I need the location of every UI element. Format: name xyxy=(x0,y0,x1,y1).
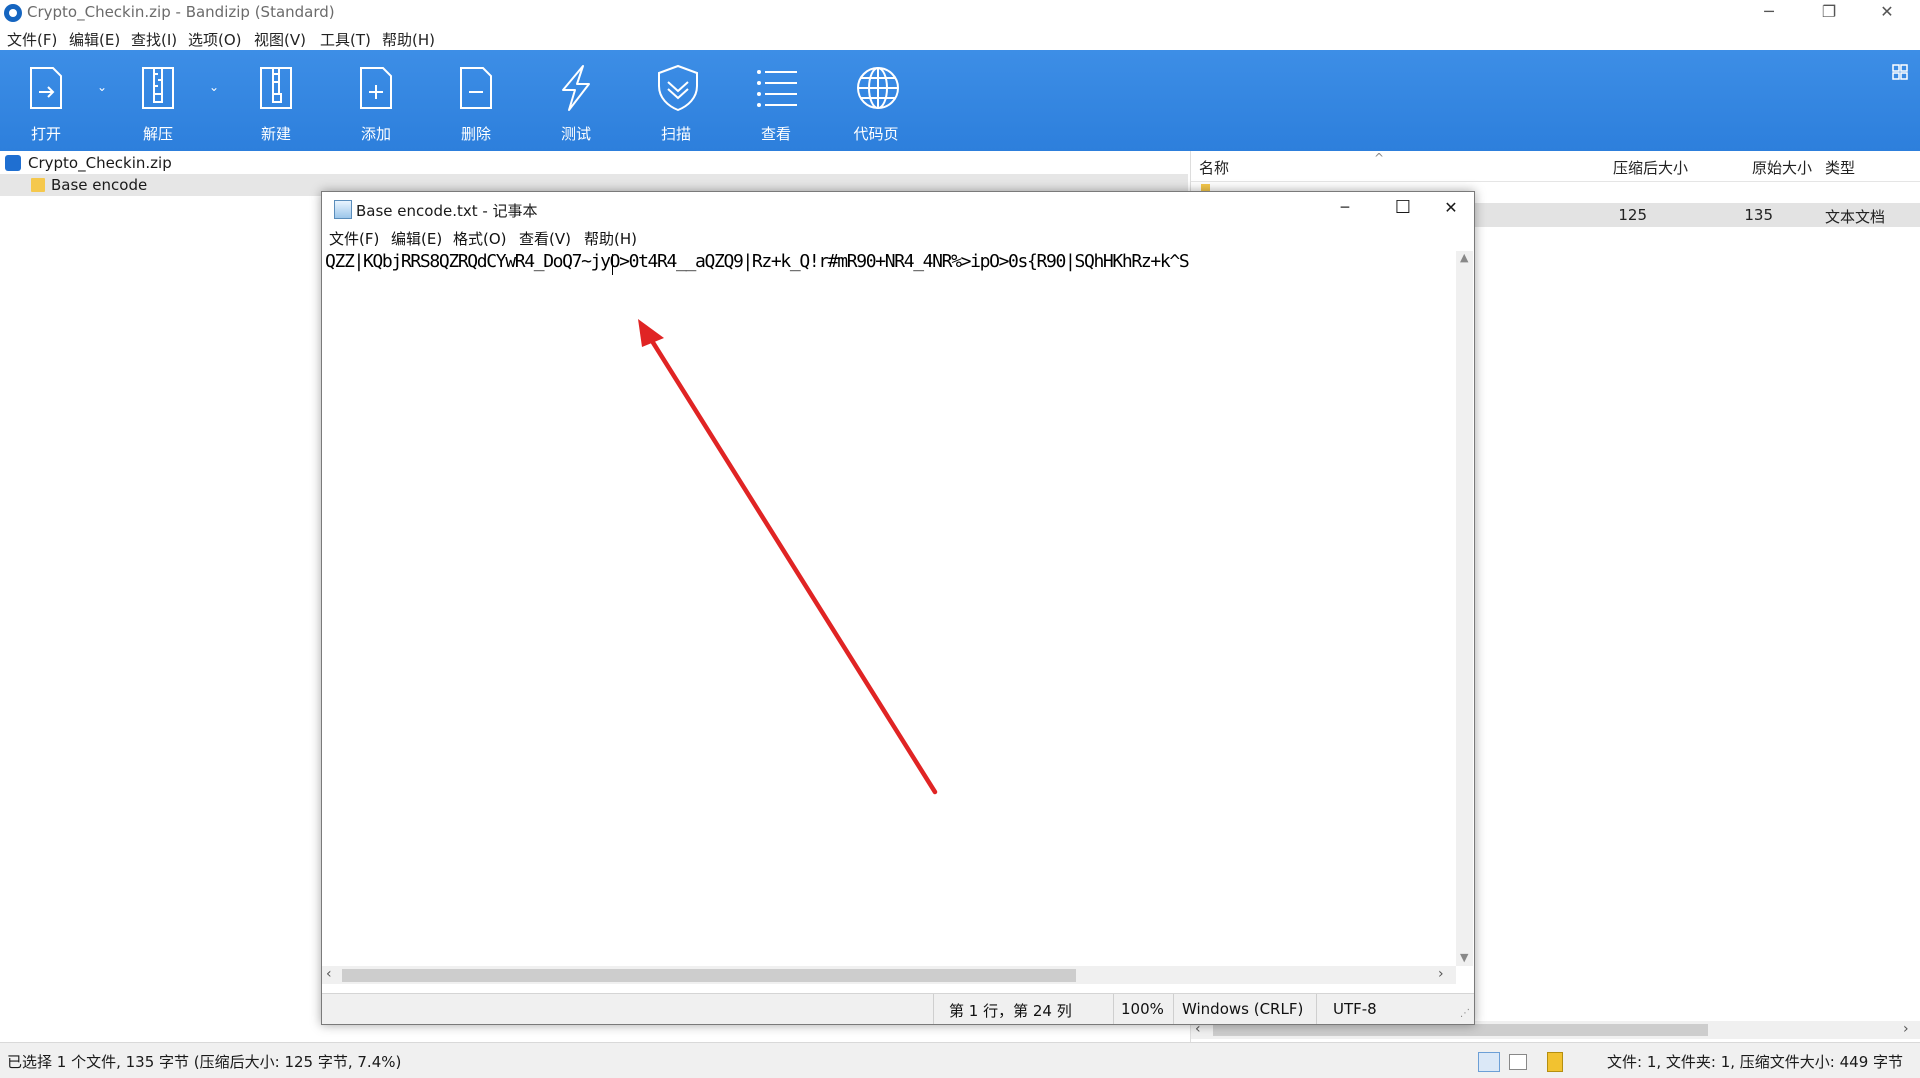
test-label: 测试 xyxy=(560,125,591,143)
text-caret xyxy=(612,254,613,275)
extract-dropdown-chevron-icon[interactable]: ⌄ xyxy=(206,80,222,100)
archive-icon xyxy=(5,155,21,171)
add-file-icon xyxy=(360,67,392,109)
bandizip-menu-bar: 文件(F) 编辑(E) 查找(I) 选项(O) 视图(V) 工具(T) 帮助(H… xyxy=(0,26,1920,50)
text-encoding: UTF-8 xyxy=(1333,1000,1377,1018)
scan-label: 扫描 xyxy=(660,125,691,143)
notepad-vertical-scrollbar[interactable]: ▲ ▼ xyxy=(1456,251,1473,966)
test-icon xyxy=(562,65,590,111)
row-type: 文本文档 xyxy=(1825,208,1886,226)
layout-grid-icon[interactable] xyxy=(1892,64,1908,80)
notepad-content: QZZ|KQbjRRS8QZRQdCYwR4_DoQ7~jyO>0t4R4__a… xyxy=(325,251,1190,272)
open-dropdown-chevron-icon[interactable]: ⌄ xyxy=(94,80,110,100)
details-view-icon[interactable] xyxy=(1478,1052,1500,1072)
scroll-right-arrow-icon[interactable]: › xyxy=(1438,966,1444,982)
scroll-left-arrow-icon[interactable]: ‹ xyxy=(326,966,332,982)
np-menu-help[interactable]: 帮助(H) xyxy=(584,228,637,249)
extract-label: 解压 xyxy=(142,125,173,143)
scan-shield-icon xyxy=(658,64,698,112)
menu-view[interactable]: 视图(V) xyxy=(254,29,306,50)
folder-icon xyxy=(31,178,45,192)
bandizip-toolbar: 打开 ⌄ 解压 ⌄ 新建 添加 删除 测试 扫描 查看 代码页 xyxy=(0,50,1920,151)
status-separator xyxy=(1113,994,1114,1024)
add-label: 添加 xyxy=(360,125,391,143)
view-button[interactable]: 查看 xyxy=(736,50,816,151)
bandizip-window-title: Crypto_Checkin.zip - Bandizip (Standard) xyxy=(27,3,335,21)
list-scroll-thumb[interactable] xyxy=(1213,1024,1708,1036)
test-button[interactable]: 测试 xyxy=(536,50,616,151)
archive-summary: 文件: 1, 文件夹: 1, 压缩文件大小: 449 字节 xyxy=(1607,1053,1904,1071)
row-original-size: 135 xyxy=(1744,206,1773,224)
open-label: 打开 xyxy=(30,125,61,143)
bandizip-status-bar: 已选择 1 个文件, 135 字节 (压缩后大小: 125 字节, 7.4%) … xyxy=(0,1042,1920,1078)
delete-file-icon xyxy=(460,67,492,109)
codepage-label: 代码页 xyxy=(853,125,899,143)
minimize-button[interactable]: ─ xyxy=(1740,0,1798,26)
notepad-title-bar: Base encode.txt - 记事本 ─ ☐ ✕ xyxy=(322,192,1474,222)
tree-root-label: Crypto_Checkin.zip xyxy=(28,154,172,172)
notepad-minimize-button[interactable]: ─ xyxy=(1322,194,1368,222)
annotation-arrow xyxy=(638,319,938,795)
codepage-button[interactable]: 代码页 xyxy=(836,50,916,151)
notepad-close-button[interactable]: ✕ xyxy=(1428,194,1474,222)
new-archive-icon xyxy=(260,67,292,109)
np-menu-file[interactable]: 文件(F) xyxy=(329,228,379,249)
header-compressed-size[interactable]: 压缩后大小 xyxy=(1613,157,1688,178)
scan-button[interactable]: 扫描 xyxy=(636,50,716,151)
status-separator xyxy=(1173,994,1174,1024)
notepad-app-icon xyxy=(334,200,352,219)
view-label: 查看 xyxy=(760,125,791,143)
np-menu-edit[interactable]: 编辑(E) xyxy=(391,228,442,249)
bandizip-app-icon xyxy=(4,4,22,22)
delete-label: 删除 xyxy=(460,125,491,143)
notepad-menu-bar: 文件(F) 编辑(E) 格式(O) 查看(V) 帮助(H) xyxy=(322,228,1474,250)
extract-button[interactable]: 解压 xyxy=(118,50,198,151)
archive-info-icon[interactable] xyxy=(1547,1052,1563,1072)
new-archive-button[interactable]: 新建 xyxy=(236,50,316,151)
header-type[interactable]: 类型 xyxy=(1825,157,1855,178)
row-compressed-size: 125 xyxy=(1618,206,1647,224)
notepad-horizontal-scrollbar[interactable]: ‹ › xyxy=(322,966,1456,984)
scroll-up-arrow-icon[interactable]: ▲ xyxy=(1460,251,1468,264)
menu-tools[interactable]: 工具(T) xyxy=(320,29,371,50)
add-button[interactable]: 添加 xyxy=(336,50,416,151)
sort-ascending-icon: ^ xyxy=(1374,151,1385,165)
zoom-level: 100% xyxy=(1121,1000,1164,1018)
notepad-scroll-thumb[interactable] xyxy=(342,969,1076,982)
new-archive-label: 新建 xyxy=(260,125,291,143)
preview-pane-icon[interactable] xyxy=(1509,1054,1527,1070)
menu-help[interactable]: 帮助(H) xyxy=(382,29,435,50)
notepad-status-bar: 第 1 行，第 24 列 100% Windows (CRLF) UTF-8 ⋰ xyxy=(322,993,1474,1024)
np-menu-format[interactable]: 格式(O) xyxy=(453,228,507,249)
np-menu-view[interactable]: 查看(V) xyxy=(519,228,571,249)
menu-edit[interactable]: 编辑(E) xyxy=(69,29,120,50)
status-separator xyxy=(1316,994,1317,1024)
selection-summary: 已选择 1 个文件, 135 字节 (压缩后大小: 125 字节, 7.4%) xyxy=(7,1053,402,1071)
bandizip-title-bar: Crypto_Checkin.zip - Bandizip (Standard)… xyxy=(0,0,1920,26)
open-button[interactable]: 打开 xyxy=(6,50,86,151)
notepad-maximize-button[interactable]: ☐ xyxy=(1380,194,1426,222)
status-separator xyxy=(933,994,934,1024)
scroll-down-arrow-icon[interactable]: ▼ xyxy=(1460,951,1468,964)
header-name[interactable]: 名称 xyxy=(1199,157,1229,178)
globe-icon xyxy=(857,67,899,109)
tree-folder-label: Base encode xyxy=(51,176,148,194)
line-ending: Windows (CRLF) xyxy=(1182,1000,1304,1018)
menu-options[interactable]: 选项(O) xyxy=(188,29,242,50)
scroll-right-arrow-icon[interactable]: › xyxy=(1903,1021,1909,1037)
tree-root-item[interactable]: Crypto_Checkin.zip xyxy=(0,152,1188,174)
extract-icon xyxy=(142,67,174,109)
cursor-position: 第 1 行，第 24 列 xyxy=(949,1002,1072,1020)
resize-grip-icon[interactable]: ⋰ xyxy=(1460,1008,1470,1019)
restore-button[interactable]: ❐ xyxy=(1800,0,1858,26)
header-original-size[interactable]: 原始大小 xyxy=(1752,157,1812,178)
menu-find[interactable]: 查找(I) xyxy=(131,29,177,50)
view-list-icon xyxy=(757,70,797,107)
menu-file[interactable]: 文件(F) xyxy=(7,29,57,50)
open-icon xyxy=(30,67,62,109)
close-button[interactable]: ✕ xyxy=(1858,0,1916,26)
delete-button[interactable]: 删除 xyxy=(436,50,516,151)
notepad-window-title: Base encode.txt - 记事本 xyxy=(356,202,538,220)
